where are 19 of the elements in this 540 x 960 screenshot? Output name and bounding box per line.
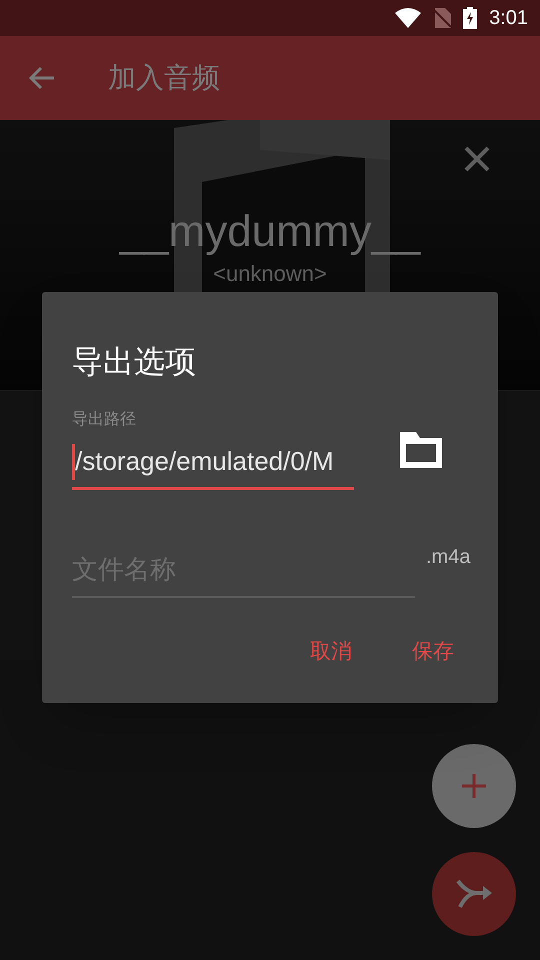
clock: 3:01 bbox=[489, 6, 528, 31]
wifi-icon bbox=[395, 8, 422, 28]
field-label: 导出路径 bbox=[72, 411, 136, 428]
text-cursor bbox=[72, 444, 75, 480]
save-button[interactable]: 保存 bbox=[408, 636, 458, 668]
cancel-button[interactable]: 取消 bbox=[306, 636, 356, 668]
back-arrow-icon[interactable] bbox=[28, 66, 56, 90]
app-bar-title: 加入音频 bbox=[108, 61, 220, 95]
track-title: __mydummy__ bbox=[120, 206, 420, 258]
file-extension: .m4a bbox=[426, 545, 470, 570]
track-artist: <unknown> bbox=[213, 260, 327, 288]
dialog-title: 导出选项 bbox=[72, 344, 196, 379]
close-icon[interactable] bbox=[464, 146, 490, 172]
path-field[interactable]: /storage/emulated/0/M bbox=[72, 436, 354, 490]
merge-arrow-icon bbox=[455, 879, 493, 909]
no-sim-icon bbox=[433, 8, 452, 28]
plus-icon bbox=[462, 774, 486, 798]
folder-icon[interactable] bbox=[400, 432, 442, 468]
battery-icon bbox=[463, 7, 478, 29]
